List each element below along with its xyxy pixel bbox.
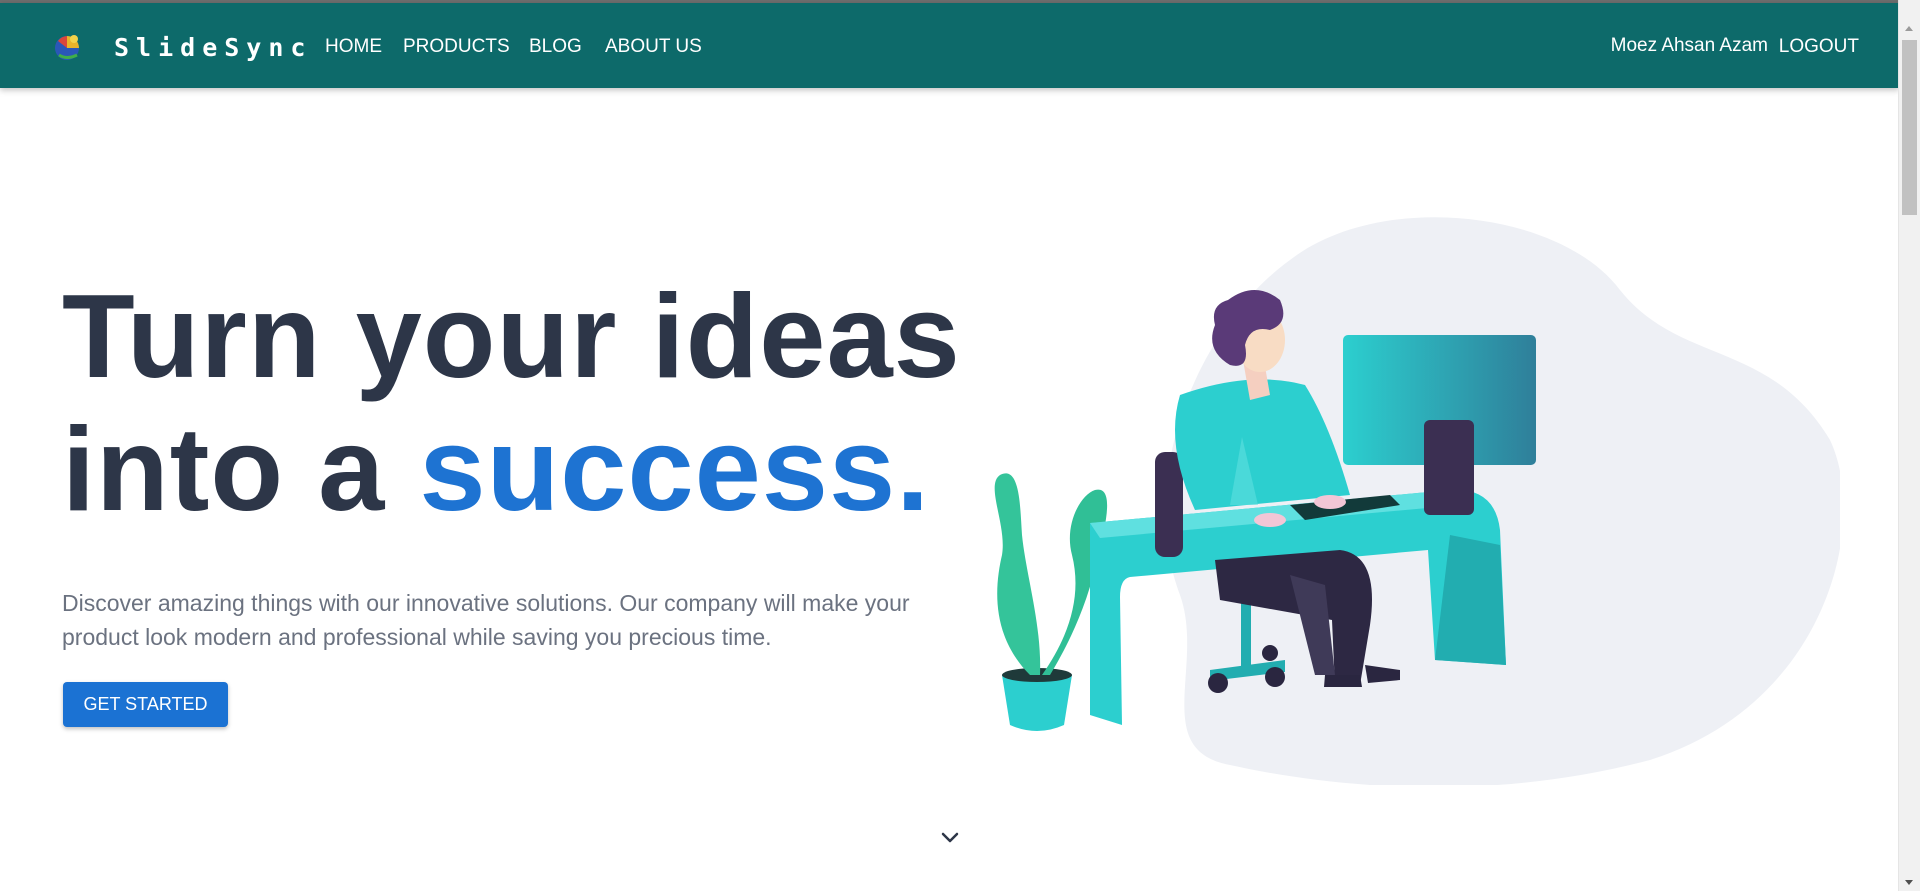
logout-button[interactable]: LOGOUT — [1779, 36, 1859, 58]
headline-line-1: Turn your ideas — [62, 270, 961, 403]
headline-accent: success. — [419, 403, 931, 536]
nav-blog[interactable]: BLOG — [529, 36, 582, 58]
get-started-button[interactable]: GET STARTED — [63, 682, 228, 727]
chevron-down-icon[interactable] — [938, 828, 962, 848]
person-at-desk-illustration — [994, 217, 1840, 785]
scroll-down-arrow-icon[interactable] — [1905, 880, 1913, 885]
headline-line-2-prefix: into a — [62, 403, 420, 536]
hero-headline: Turn your ideas into a success. — [62, 270, 961, 536]
scroll-up-arrow-icon[interactable] — [1905, 26, 1913, 31]
top-navbar: SlideSync HOME PRODUCTS BLOG ABOUT US Mo… — [0, 3, 1899, 88]
hero-description: Discover amazing things with our innovat… — [62, 590, 910, 650]
nav-products[interactable]: PRODUCTS — [403, 36, 510, 58]
user-name: Moez Ahsan Azam — [1610, 35, 1768, 56]
globe-logo-icon[interactable] — [50, 29, 86, 65]
scroll-thumb[interactable] — [1902, 40, 1917, 215]
nav-home[interactable]: HOME — [325, 36, 382, 58]
nav-about-us[interactable]: ABOUT US — [605, 36, 702, 58]
vertical-scrollbar[interactable] — [1898, 0, 1920, 891]
brand-name[interactable]: SlideSync — [114, 33, 312, 62]
